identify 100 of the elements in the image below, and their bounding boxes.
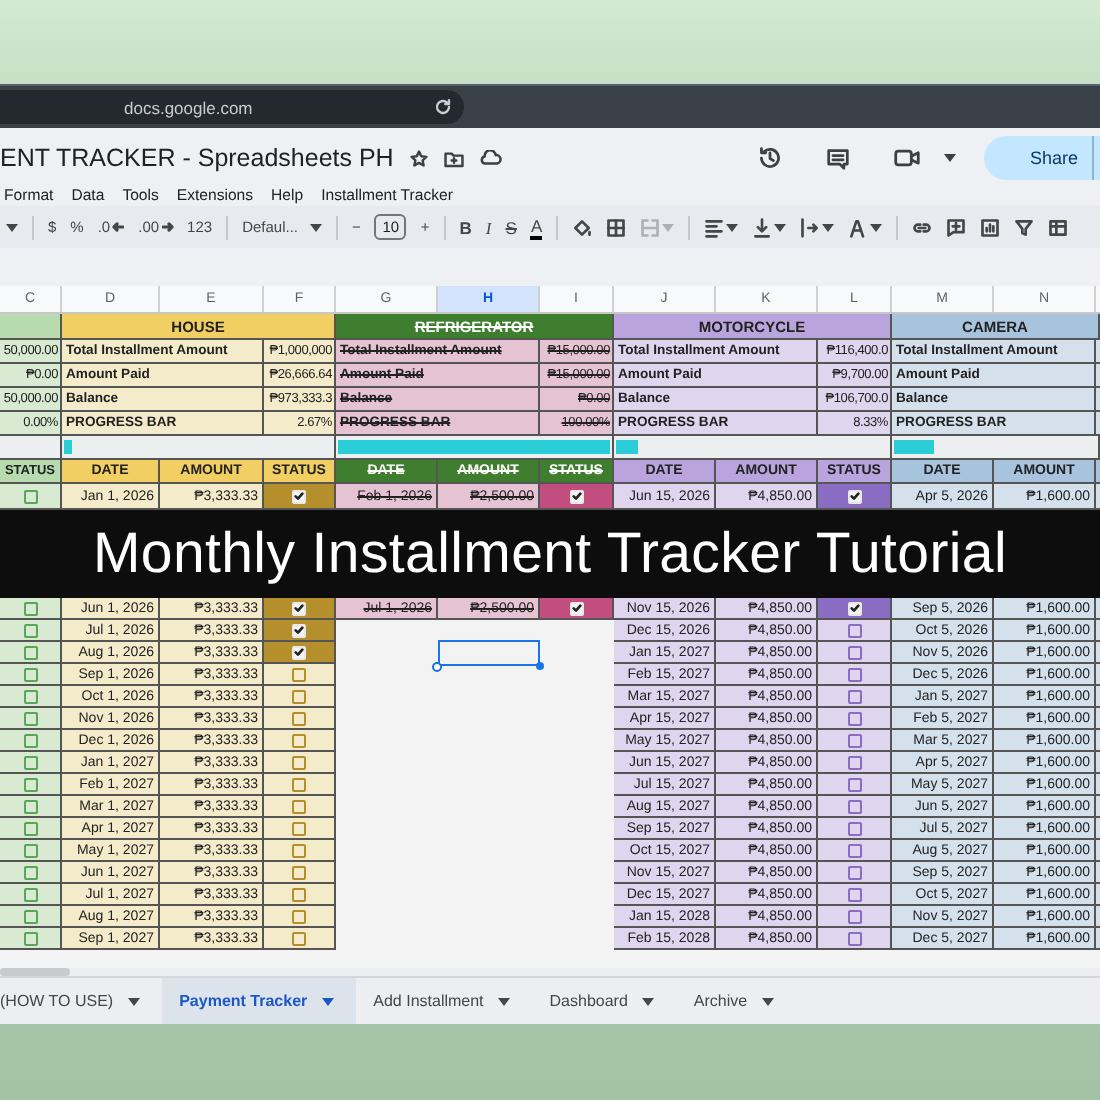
- checkbox[interactable]: [292, 799, 306, 813]
- checkbox[interactable]: [23, 909, 37, 923]
- checkbox[interactable]: [847, 689, 861, 703]
- address-bar[interactable]: docs.google.com: [0, 90, 464, 124]
- vertical-align-icon: [752, 217, 773, 237]
- checkbox[interactable]: [292, 623, 306, 637]
- star-icon[interactable]: [409, 149, 428, 167]
- checkbox[interactable]: [847, 777, 861, 791]
- comment-icon[interactable]: [826, 147, 850, 169]
- add-comment-icon[interactable]: [946, 217, 967, 237]
- caret-icon: [641, 997, 654, 1005]
- checkbox[interactable]: [847, 623, 861, 637]
- borders-icon[interactable]: [606, 217, 627, 237]
- checkbox[interactable]: [292, 645, 306, 659]
- checkbox[interactable]: [23, 755, 37, 769]
- checkbox[interactable]: [23, 821, 37, 835]
- checkbox[interactable]: [23, 777, 37, 791]
- checkbox[interactable]: [23, 601, 37, 615]
- strikethrough-button[interactable]: S: [505, 211, 517, 243]
- text-rotate-icon: [848, 217, 869, 237]
- checkbox[interactable]: [847, 667, 861, 681]
- checkbox[interactable]: [23, 865, 37, 879]
- checkbox[interactable]: [23, 711, 37, 725]
- checkbox[interactable]: [292, 777, 306, 791]
- checkbox[interactable]: [292, 887, 306, 901]
- checkbox[interactable]: [292, 489, 306, 503]
- checkbox[interactable]: [847, 711, 861, 725]
- checkbox[interactable]: [847, 909, 861, 923]
- caret-icon: [6, 223, 18, 231]
- checkbox[interactable]: [23, 733, 37, 747]
- folder-icon[interactable]: [443, 149, 464, 167]
- checkbox[interactable]: [23, 667, 37, 681]
- sheet-tab[interactable]: (HOW TO USE): [0, 978, 162, 1024]
- checkbox[interactable]: [292, 667, 306, 681]
- checkbox[interactable]: [23, 645, 37, 659]
- reload-icon[interactable]: [434, 98, 452, 116]
- sheet-tab[interactable]: Archive: [675, 978, 796, 1024]
- chart-icon[interactable]: [980, 217, 1001, 237]
- sheet-tab[interactable]: Dashboard: [531, 978, 676, 1024]
- checkbox[interactable]: [292, 931, 306, 945]
- text-color-button[interactable]: A: [530, 215, 543, 239]
- checkbox[interactable]: [847, 799, 861, 813]
- checkbox[interactable]: [847, 931, 861, 945]
- link-icon[interactable]: [912, 217, 933, 237]
- cloud-icon[interactable]: [479, 150, 502, 166]
- checkbox[interactable]: [292, 821, 306, 835]
- checkbox[interactable]: [292, 865, 306, 879]
- checkbox[interactable]: [847, 755, 861, 769]
- filter-icon[interactable]: [1014, 217, 1035, 237]
- checkbox[interactable]: [23, 843, 37, 857]
- checkbox[interactable]: [292, 733, 306, 747]
- checkbox[interactable]: [23, 623, 37, 637]
- checkbox[interactable]: [292, 689, 306, 703]
- right-arrow-icon: [161, 222, 174, 232]
- checkbox[interactable]: [847, 821, 861, 835]
- checkbox[interactable]: [847, 489, 861, 503]
- checkbox[interactable]: [292, 755, 306, 769]
- horizontal-align-icon: [704, 217, 725, 237]
- checkmark-icon: [849, 602, 859, 614]
- merge-icon: [640, 217, 661, 237]
- url-text: docs.google.com: [124, 97, 253, 117]
- caret-icon: [497, 997, 510, 1005]
- text-wrap-icon: [800, 217, 821, 237]
- checkbox[interactable]: [569, 601, 583, 615]
- caret-icon: [321, 997, 334, 1005]
- checkbox[interactable]: [847, 645, 861, 659]
- table-icon[interactable]: [1048, 217, 1069, 237]
- cell-selection[interactable]: [432, 640, 546, 672]
- checkbox[interactable]: [23, 799, 37, 813]
- sheet-tab[interactable]: Payment Tracker: [161, 978, 356, 1024]
- caret-icon: [761, 997, 774, 1005]
- checkbox[interactable]: [847, 601, 861, 615]
- paint-bucket-icon[interactable]: [572, 217, 593, 237]
- video-camera-icon[interactable]: [894, 148, 920, 168]
- caret-icon: [726, 223, 739, 231]
- checkbox[interactable]: [847, 843, 861, 857]
- scrollbar-thumb[interactable]: [0, 968, 70, 976]
- left-arrow-icon: [112, 222, 125, 232]
- checkmark-icon: [571, 490, 581, 502]
- checkmark-icon: [571, 602, 581, 614]
- checkbox[interactable]: [847, 887, 861, 901]
- bold-button[interactable]: B: [459, 211, 472, 243]
- checkbox[interactable]: [23, 931, 37, 945]
- caret-icon: [870, 223, 883, 231]
- checkmark-icon: [294, 490, 304, 502]
- checkbox[interactable]: [847, 733, 861, 747]
- share-button[interactable]: Share: [984, 136, 1100, 180]
- checkbox[interactable]: [23, 489, 37, 503]
- checkbox[interactable]: [292, 843, 306, 857]
- video-caption-banner: Monthly Installment Tracker Tutorial: [0, 510, 1100, 598]
- italic-button[interactable]: I: [485, 211, 492, 243]
- checkbox[interactable]: [23, 887, 37, 901]
- sheet-tab[interactable]: Add Installment: [355, 978, 532, 1024]
- checkbox[interactable]: [569, 489, 583, 503]
- checkbox[interactable]: [847, 865, 861, 879]
- checkbox[interactable]: [292, 601, 306, 615]
- checkbox[interactable]: [23, 689, 37, 703]
- checkbox[interactable]: [292, 909, 306, 923]
- history-icon[interactable]: [758, 146, 782, 170]
- checkbox[interactable]: [292, 711, 306, 725]
